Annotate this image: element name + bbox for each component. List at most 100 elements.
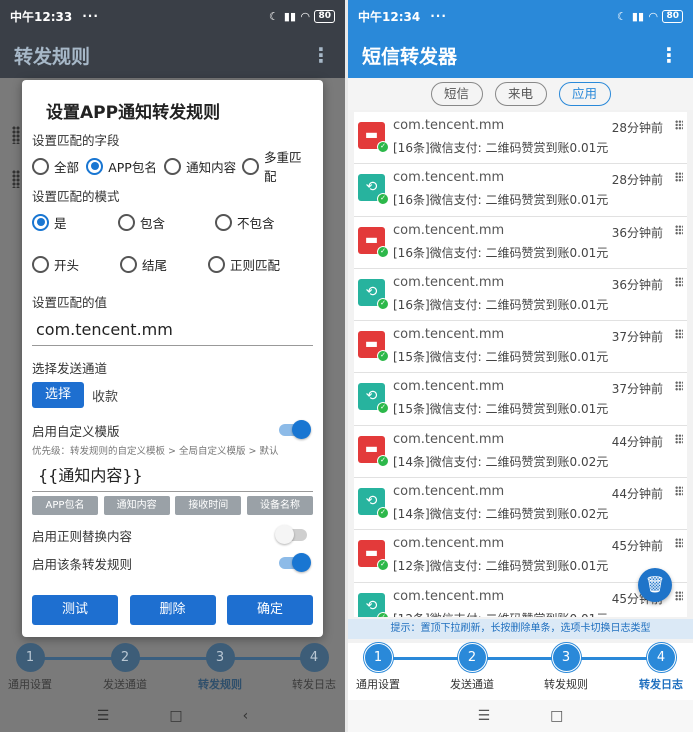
delete-button[interactable]: 删除 xyxy=(129,595,216,625)
drag-handle-icon[interactable] xyxy=(675,120,683,130)
log-message: [12条]微信支付: 二维码赞赏到账0.01元 xyxy=(393,610,608,617)
switch-knob xyxy=(275,525,294,544)
share-app-icon: ⟲ ✓ xyxy=(358,383,389,415)
drag-handle-icon[interactable] xyxy=(675,486,683,497)
drag-handle-icon[interactable] xyxy=(675,381,683,392)
success-check-icon: ✓ xyxy=(377,402,389,415)
radio-mode-is[interactable]: 是 xyxy=(32,213,118,232)
chip-receive-time[interactable]: 接收时间 xyxy=(175,496,242,515)
radio-label: 正则匹配 xyxy=(230,257,281,273)
radio-label: 多重匹配 xyxy=(264,150,302,184)
channel-section-label: 选择发送通道 xyxy=(32,361,108,376)
radio-mode-not-contains[interactable]: 不包含 xyxy=(215,213,275,232)
log-message: [14条]微信支付: 二维码赞赏到账0.02元 xyxy=(393,454,609,469)
more-options-icon[interactable]: ⋮ xyxy=(655,43,679,67)
step-forward-rules[interactable]: 3 转发规则 xyxy=(534,643,598,692)
log-package: com.tencent.mm xyxy=(393,222,505,238)
recent-apps-icon[interactable]: ☰ xyxy=(478,708,491,724)
home-icon[interactable]: □ xyxy=(550,708,563,724)
log-item[interactable]: ▬ ✓ com.tencent.mm 36分钟前 [16条]微信支付: 二维码赞赏到账0… xyxy=(354,216,687,269)
step-general-settings[interactable]: 1 通用设置 xyxy=(0,643,62,692)
confirm-button[interactable]: 确定 xyxy=(227,595,313,625)
step-label: 转发规则 xyxy=(544,678,588,691)
recent-apps-icon[interactable]: ☰ xyxy=(97,708,110,724)
enable-rule-switch[interactable] xyxy=(279,553,311,572)
drag-handle-icon[interactable] xyxy=(675,538,683,549)
custom-template-row: 启用自定义模版 xyxy=(32,416,313,444)
step-send-channel[interactable]: 2 发送通道 xyxy=(93,643,157,692)
filter-sms[interactable]: 短信 xyxy=(430,82,483,106)
success-check-icon: ✓ xyxy=(377,559,389,572)
drag-handle-icon[interactable] xyxy=(675,590,683,601)
log-list[interactable]: ▬ ✓ com.tencent.mm 28分钟前 [16条]微信支付: 二维码赞赏到账0… xyxy=(354,112,687,617)
drag-handle-icon[interactable] xyxy=(675,433,683,444)
step-number: 1 xyxy=(15,643,45,672)
log-package: com.tencent.mm xyxy=(393,379,505,395)
step-number: 2 xyxy=(457,643,487,672)
radio-label: 包含 xyxy=(140,215,166,231)
radio-field-multi-match[interactable]: 多重匹配 xyxy=(242,147,313,185)
home-icon[interactable]: □ xyxy=(169,708,182,724)
chip-device-name[interactable]: 设备名称 xyxy=(246,496,313,515)
filter-calls[interactable]: 来电 xyxy=(494,82,547,106)
log-item[interactable]: ⟲ ✓ com.tencent.mm 37分钟前 [15条]微信支付: 二维码赞赏到账0… xyxy=(354,373,687,426)
back-icon[interactable]: ‹ xyxy=(243,708,249,724)
log-item[interactable]: ⟲✓com.tencent.mm45分钟前[12条]微信支付: 二维码赞赏到账0… xyxy=(354,582,687,617)
drag-handle-icon[interactable] xyxy=(675,276,683,287)
more-options-icon[interactable]: ⋮ xyxy=(307,43,331,67)
step-forward-logs[interactable]: 4 转发日志 xyxy=(282,643,345,692)
log-item[interactable]: ⟲ ✓ com.tencent.mm 44分钟前 [14条]微信支付: 二维码赞赏到账0… xyxy=(354,478,687,531)
log-item[interactable]: ▬ ✓ com.tencent.mm 45分钟前 [12条]微信支付: 二维码赞赏到账0… xyxy=(354,530,687,583)
chip-notification-content[interactable]: 通知内容 xyxy=(103,496,170,515)
radio-icon xyxy=(118,213,135,231)
channel-row: 选择 收款 xyxy=(32,380,313,410)
log-item[interactable]: ⟲ ✓ com.tencent.mm 36分钟前 [16条]微信支付: 二维码赞赏到账0… xyxy=(354,268,687,322)
filter-apps[interactable]: 应用 xyxy=(558,82,611,106)
match-value-input[interactable]: com.tencent.mm xyxy=(32,316,313,346)
log-time: 36分钟前 xyxy=(611,225,663,240)
regex-replace-row: 启用正则替换内容 xyxy=(32,521,313,549)
drag-handle-icon xyxy=(12,126,20,144)
log-item[interactable]: ▬ ✓ com.tencent.mm 28分钟前 [16条]微信支付: 二维码赞赏到账0… xyxy=(354,112,687,165)
drag-handle-icon[interactable] xyxy=(675,329,683,340)
drag-handle-icon[interactable] xyxy=(675,172,683,183)
log-item[interactable]: ⟲ ✓ com.tencent.mm 28分钟前 [16条]微信支付: 二维码赞赏到账0… xyxy=(354,164,687,217)
select-channel-button[interactable]: 选择 xyxy=(32,382,84,408)
regex-replace-switch[interactable] xyxy=(275,525,307,544)
delete-all-fab[interactable]: 🗑 xyxy=(638,568,672,602)
left-phone-screen: 中午12:33 ··· ☾ ▮▮ ◠ 80 转发规则 ⋮ 设置APP通知转发规则… xyxy=(0,0,345,732)
template-input[interactable]: {{通知内容}} xyxy=(32,462,313,492)
battery-icon: 80 xyxy=(662,9,683,23)
signal-icon: ▮▮ xyxy=(631,9,644,23)
radio-mode-regex[interactable]: 正则匹配 xyxy=(208,255,280,274)
wifi-icon: ◠ xyxy=(649,9,658,23)
radio-field-all[interactable]: 全部 xyxy=(32,157,86,176)
radio-icon xyxy=(32,255,49,273)
custom-template-switch[interactable] xyxy=(279,420,311,439)
radio-icon xyxy=(215,213,232,231)
moon-icon: ☾ xyxy=(617,9,627,23)
radio-field-app-package[interactable]: APP包名 xyxy=(86,157,164,176)
field-section-label: 设置匹配的字段 xyxy=(32,133,120,148)
log-item[interactable]: ▬ ✓ com.tencent.mm 37分钟前 [15条]微信支付: 二维码赞赏到账0… xyxy=(354,321,687,374)
success-check-icon: ✓ xyxy=(377,297,389,310)
log-item[interactable]: ▬ ✓ com.tencent.mm 44分钟前 [14条]微信支付: 二维码赞赏到账0… xyxy=(354,425,687,479)
step-label: 转发规则 xyxy=(198,678,242,691)
radio-mode-contains[interactable]: 包含 xyxy=(118,213,215,232)
log-time: 44分钟前 xyxy=(611,487,663,502)
radio-icon xyxy=(120,255,137,273)
step-general-settings[interactable]: 1 通用设置 xyxy=(348,643,410,692)
test-button[interactable]: 测试 xyxy=(32,595,118,625)
success-check-icon: ✓ xyxy=(377,350,389,363)
log-time: 37分钟前 xyxy=(611,330,663,345)
step-forward-logs[interactable]: 4 转发日志 xyxy=(629,643,693,692)
step-send-channel[interactable]: 2 发送通道 xyxy=(440,643,504,692)
custom-template-label: 启用自定义模版 xyxy=(32,423,120,439)
radio-field-notification-content[interactable]: 通知内容 xyxy=(164,157,242,176)
log-time: 37分钟前 xyxy=(611,382,663,397)
step-forward-rules[interactable]: 3 转发规则 xyxy=(188,643,252,692)
radio-mode-ends-with[interactable]: 结尾 xyxy=(120,255,208,274)
chip-app-package[interactable]: APP包名 xyxy=(32,496,98,515)
radio-mode-starts-with[interactable]: 开头 xyxy=(32,255,120,274)
drag-handle-icon[interactable] xyxy=(675,224,683,235)
